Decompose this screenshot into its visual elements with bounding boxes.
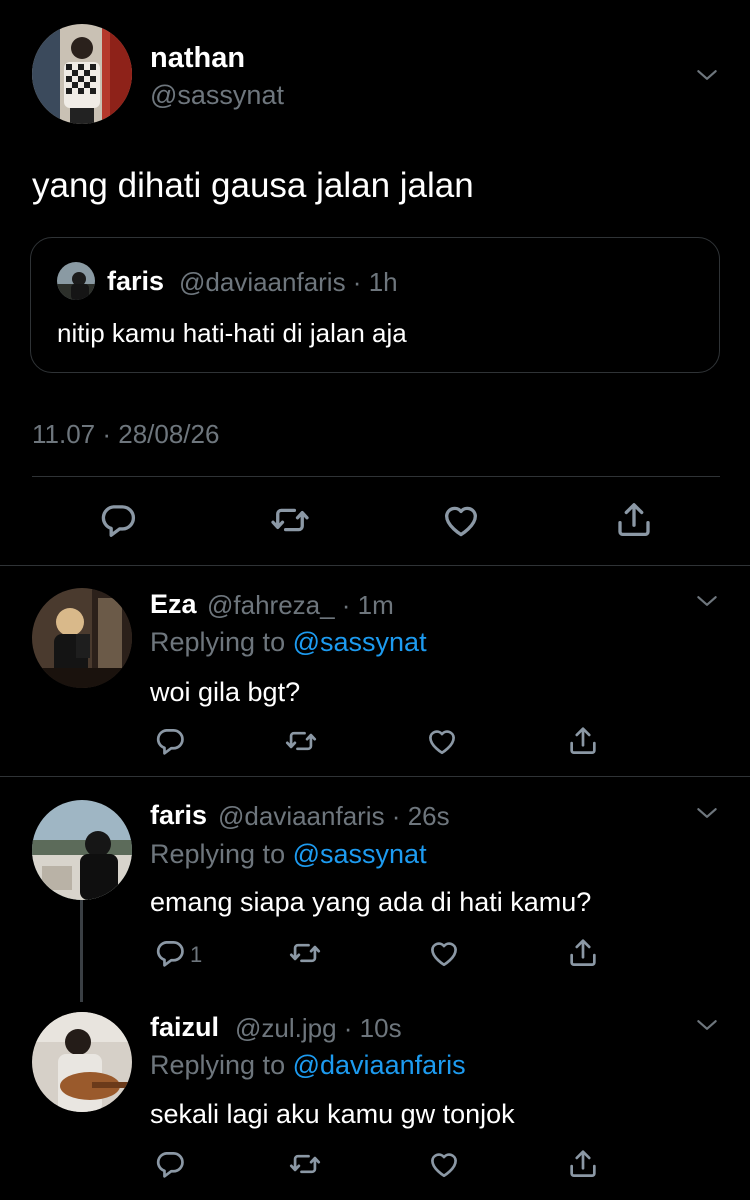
heart-icon[interactable] (427, 936, 461, 970)
tweet-timestamp: 11.07 · 28/08/26 (32, 419, 220, 449)
replying-to-label: Replying to (150, 627, 286, 657)
divider (0, 565, 750, 566)
reply-icon[interactable] (153, 1147, 187, 1181)
quoted-tweet-text: nitip kamu hati-hati di jalan aja (57, 318, 407, 348)
replying-to: Replying to @sassynat (150, 839, 427, 870)
tweet-text: woi gila bgt? (150, 677, 301, 707)
mention-link[interactable]: @sassynat (293, 839, 427, 869)
quoted-author-name: faris (107, 266, 165, 296)
avatar[interactable] (32, 1012, 132, 1112)
reply-icon[interactable] (153, 724, 187, 758)
tweet-text: emang siapa yang ada di hati kamu? (150, 887, 592, 917)
retweet-icon[interactable] (284, 724, 318, 758)
quoted-author-handle: @daviaanfaris · 1h (179, 267, 398, 297)
share-icon[interactable] (613, 499, 655, 541)
chevron-down-icon[interactable] (694, 800, 720, 826)
author-handle[interactable]: @daviaanfaris · 26s (218, 801, 450, 832)
author-name[interactable]: Eza (150, 589, 197, 620)
heart-icon[interactable] (427, 1147, 461, 1181)
thread-line (80, 900, 83, 1002)
replying-to-label: Replying to (150, 1050, 286, 1080)
chevron-down-icon[interactable] (694, 1012, 720, 1038)
mention-link[interactable]: @sassynat (293, 627, 427, 657)
author-handle[interactable]: @zul.jpg · 10s (235, 1013, 402, 1044)
divider (32, 476, 720, 477)
quoted-tweet[interactable]: faris @daviaanfaris · 1h nitip kamu hati… (30, 237, 720, 373)
quoted-avatar (57, 262, 95, 300)
avatar[interactable] (32, 800, 132, 900)
replying-to: Replying to @daviaanfaris (150, 1050, 466, 1081)
share-icon[interactable] (566, 724, 600, 758)
chevron-down-icon[interactable] (694, 588, 720, 614)
replying-to-label: Replying to (150, 839, 286, 869)
chevron-down-icon[interactable] (694, 62, 720, 88)
reply-icon[interactable] (153, 936, 187, 970)
share-icon[interactable] (566, 936, 600, 970)
author-name[interactable]: faris (150, 800, 207, 831)
avatar[interactable] (32, 588, 132, 688)
retweet-icon[interactable] (269, 499, 311, 541)
replying-to: Replying to @sassynat (150, 627, 427, 658)
author-handle[interactable]: @fahreza_ · 1m (207, 590, 394, 621)
reply-count: 1 (190, 942, 203, 967)
tweet-text: sekali lagi aku kamu gw tonjok (150, 1099, 515, 1129)
heart-icon[interactable] (440, 499, 482, 541)
tweet-text: yang dihati gausa jalan jalan (32, 166, 474, 205)
heart-icon[interactable] (425, 724, 459, 758)
author-name[interactable]: faizul (150, 1012, 219, 1043)
author-handle[interactable]: @sassynat (150, 80, 284, 111)
mention-link[interactable]: @daviaanfaris (293, 1050, 466, 1080)
reply-icon[interactable] (97, 499, 139, 541)
retweet-icon[interactable] (288, 1147, 322, 1181)
share-icon[interactable] (566, 1147, 600, 1181)
main-tweet: nathan @sassynat yang dihati gausa jalan… (0, 0, 750, 565)
avatar[interactable] (32, 24, 132, 124)
divider (0, 776, 750, 777)
retweet-icon[interactable] (288, 936, 322, 970)
author-name[interactable]: nathan (150, 42, 245, 75)
